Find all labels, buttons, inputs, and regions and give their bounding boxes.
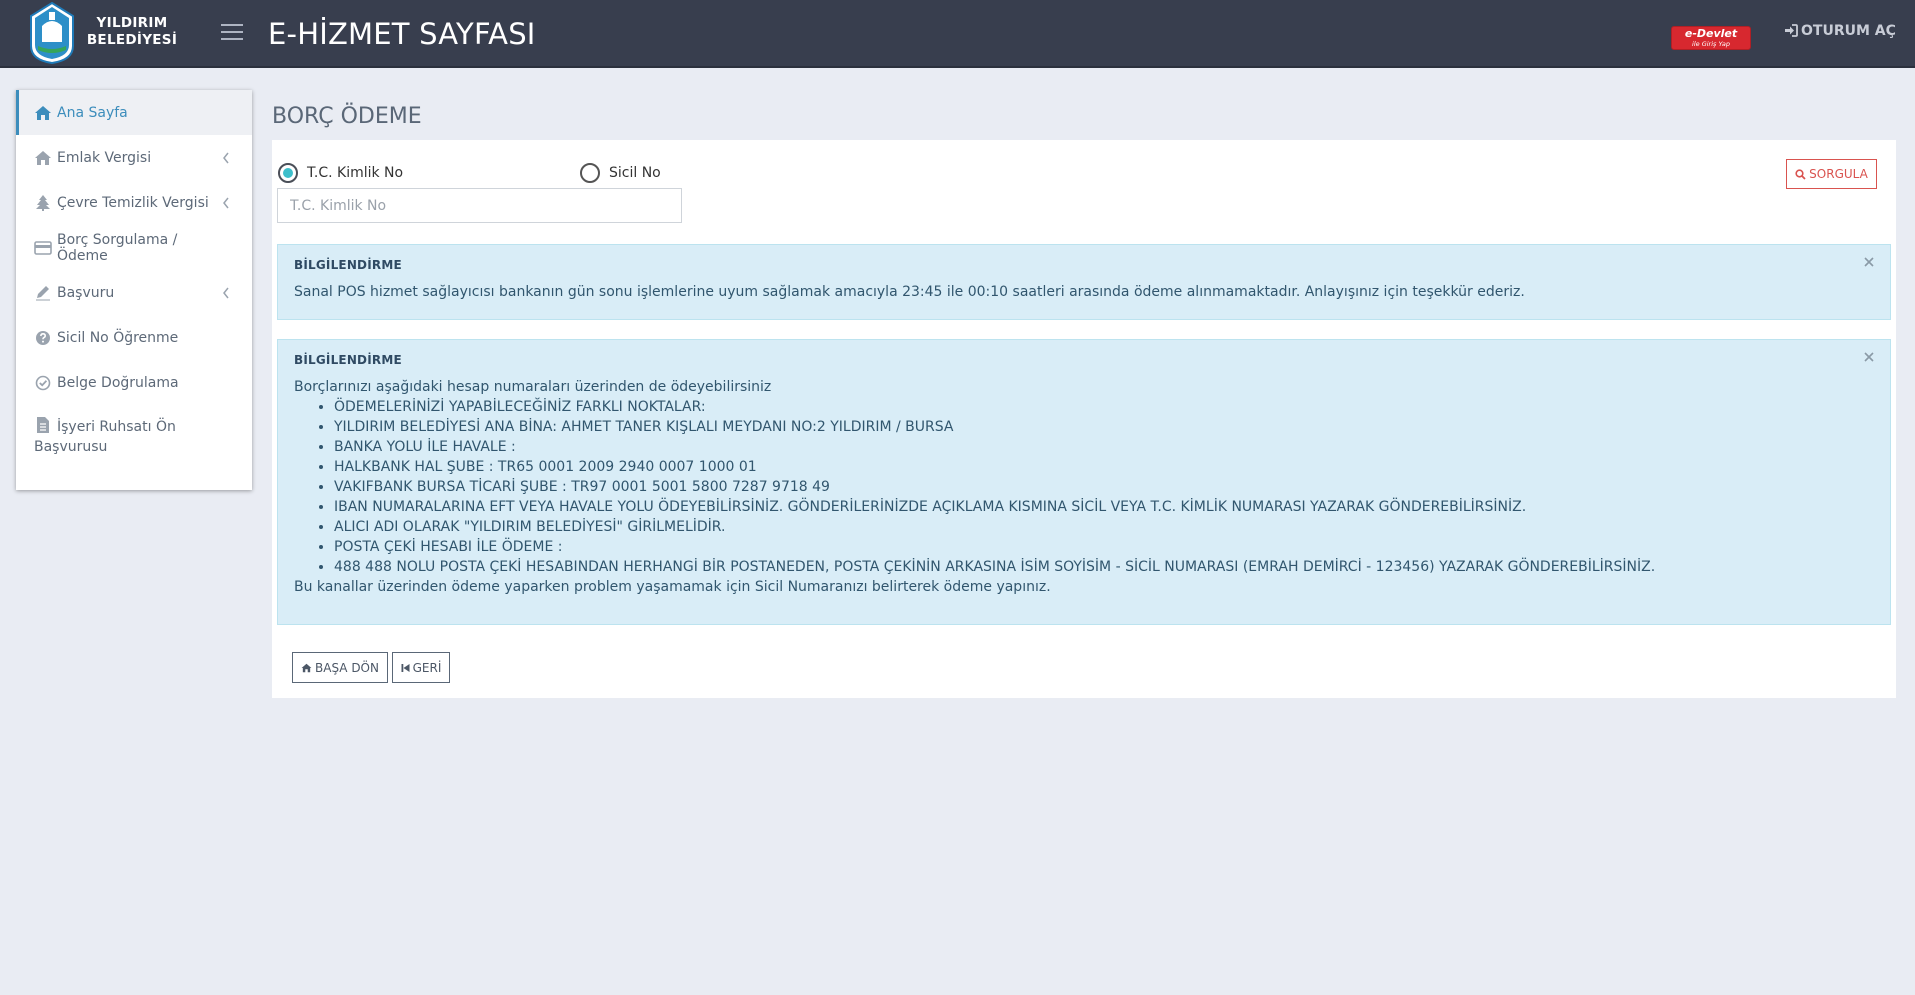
- sidebar-item-label: İşyeri Ruhsatı Ön Başvurusu: [34, 419, 176, 455]
- alert-title: BİLGİLENDİRME: [294, 353, 402, 367]
- radio-tc-label: T.C. Kimlik No: [307, 165, 404, 181]
- alert-text: Sanal POS hizmet sağlayıcısı bankanın gü…: [294, 284, 1525, 300]
- back-button[interactable]: GERİ: [392, 652, 450, 683]
- edevlet-label: e-Devlet: [1684, 27, 1738, 40]
- check-circle-icon: [35, 375, 51, 390]
- close-icon[interactable]: [1862, 350, 1876, 364]
- section-title: BORÇ ÖDEME: [272, 104, 422, 129]
- info-alert-bank-accounts: BİLGİLENDİRME Borçlarınızı aşağıdaki hes…: [277, 339, 1891, 625]
- home-icon: [35, 150, 51, 165]
- municipality-logo[interactable]: [28, 2, 76, 64]
- step-backward-icon: [401, 663, 410, 672]
- back-to-start-label: BAŞA DÖN: [315, 660, 379, 675]
- list-item: IBAN NUMARALARINA EFT VEYA HAVALE YOLU Ö…: [334, 497, 1874, 517]
- brand-line-2: BELEDİYESİ: [86, 32, 178, 48]
- sidebar-item-label: Ana Sayfa: [57, 104, 128, 121]
- pencil-icon: [36, 285, 50, 300]
- sidebar-item-label: Belge Doğrulama: [57, 374, 179, 391]
- radio-sicil-label: Sicil No: [609, 165, 661, 181]
- close-icon[interactable]: [1862, 255, 1876, 269]
- sidebar-item-label: Emlak Vergisi: [57, 149, 152, 166]
- page-title: E-HİZMET SAYFASI: [268, 17, 536, 51]
- radio-sicil-no[interactable]: Sicil No: [580, 163, 661, 183]
- list-item: HALKBANK HAL ŞUBE : TR65 0001 2009 2940 …: [334, 457, 1874, 477]
- sidebar-item-home[interactable]: Ana Sayfa: [16, 90, 252, 135]
- sidebar-item-label: Başvuru: [57, 284, 115, 301]
- credit-card-icon: [34, 240, 52, 255]
- list-item: 488 488 NOLU POSTA ÇEKİ HESABINDAN HERHA…: [334, 557, 1874, 577]
- sidebar-item-environment-tax[interactable]: Çevre Temizlik Vergisi: [16, 180, 252, 225]
- sidebar-item-business-license[interactable]: İşyeri Ruhsatı Ön Başvurusu: [16, 405, 252, 465]
- payment-points-list: ÖDEMELERİNİZİ YAPABİLECEĞİNİZ FARKLI NOK…: [334, 397, 1874, 577]
- alert-title: BİLGİLENDİRME: [294, 258, 402, 272]
- radio-unchecked-icon: [580, 163, 600, 183]
- list-item: ALICI ADI OLARAK "YILDIRIM BELEDİYESİ" G…: [334, 517, 1874, 537]
- edevlet-sublabel: ile Giriş Yap: [1692, 40, 1730, 48]
- search-icon: [1795, 168, 1806, 180]
- home-icon: [35, 105, 51, 120]
- sidebar-item-label: Borç Sorgulama / Ödeme: [57, 231, 178, 264]
- brand-line-1: YILDIRIM: [96, 15, 168, 31]
- radio-checked-icon: [278, 163, 298, 183]
- sidebar-item-registry-lookup[interactable]: Sicil No Öğrenme: [16, 315, 252, 360]
- back-button-label: GERİ: [412, 660, 442, 675]
- list-item: POSTA ÇEKİ HESABI İLE ÖDEME :: [334, 537, 1874, 557]
- debt-payment-panel: T.C. Kimlik No Sicil No SORGULA BİLGİLEN…: [272, 140, 1896, 698]
- sidebar-item-application[interactable]: Başvuru: [16, 270, 252, 315]
- alert-outro: Bu kanallar üzerinden ödeme yaparken pro…: [294, 579, 1051, 595]
- chevron-left-icon: [223, 197, 229, 209]
- list-item: ÖDEMELERİNİZİ YAPABİLECEĞİNİZ FARKLI NOK…: [334, 397, 1874, 417]
- query-type-radio-group: T.C. Kimlik No Sicil No: [278, 163, 1178, 185]
- sign-in-icon: [1785, 24, 1798, 37]
- menu-toggle-icon[interactable]: [221, 24, 243, 40]
- sidebar-item-document-verification[interactable]: Belge Doğrulama: [16, 360, 252, 405]
- list-item: YILDIRIM BELEDİYESİ ANA BİNA: AHMET TANE…: [334, 417, 1874, 437]
- query-button[interactable]: SORGULA: [1786, 159, 1877, 189]
- query-button-label: SORGULA: [1809, 167, 1868, 181]
- chevron-left-icon: [223, 152, 229, 164]
- question-circle-icon: [36, 330, 50, 345]
- chevron-left-icon: [223, 287, 229, 299]
- radio-tc-kimlik[interactable]: T.C. Kimlik No: [278, 163, 403, 183]
- sidebar: Ana Sayfa Emlak Vergisi Çevre Temizlik V…: [16, 90, 252, 490]
- back-to-start-button[interactable]: BAŞA DÖN: [292, 652, 388, 683]
- tc-kimlik-input[interactable]: [277, 188, 682, 223]
- sidebar-item-debt-query[interactable]: Borç Sorgulama / Ödeme: [16, 225, 252, 270]
- list-item: BANKA YOLU İLE HAVALE :: [334, 437, 1874, 457]
- info-alert-pos: BİLGİLENDİRME Sanal POS hizmet sağlayıcı…: [277, 244, 1891, 320]
- file-icon: [37, 417, 49, 433]
- home-icon: [301, 663, 312, 672]
- sidebar-item-label: Sicil No Öğrenme: [57, 329, 179, 346]
- tree-icon: [36, 194, 50, 211]
- top-navbar: YILDIRIM BELEDİYESİ E-HİZMET SAYFASI e-D…: [0, 0, 1915, 68]
- brand-name: YILDIRIM BELEDİYESİ: [82, 15, 182, 49]
- sidebar-item-property-tax[interactable]: Emlak Vergisi: [16, 135, 252, 180]
- sidebar-item-label: Çevre Temizlik Vergisi: [57, 194, 209, 211]
- login-label: OTURUM AÇ: [1801, 23, 1896, 39]
- alert-intro: Borçlarınızı aşağıdaki hesap numaraları …: [294, 379, 772, 395]
- login-button[interactable]: OTURUM AÇ: [1784, 23, 1896, 39]
- edevlet-login-button[interactable]: e-Devlet ile Giriş Yap: [1671, 26, 1751, 50]
- list-item: VAKIFBANK BURSA TİCARİ ŞUBE : TR97 0001 …: [334, 477, 1874, 497]
- sidebar-item-label-wrap: İşyeri Ruhsatı Ön Başvurusu: [34, 417, 204, 457]
